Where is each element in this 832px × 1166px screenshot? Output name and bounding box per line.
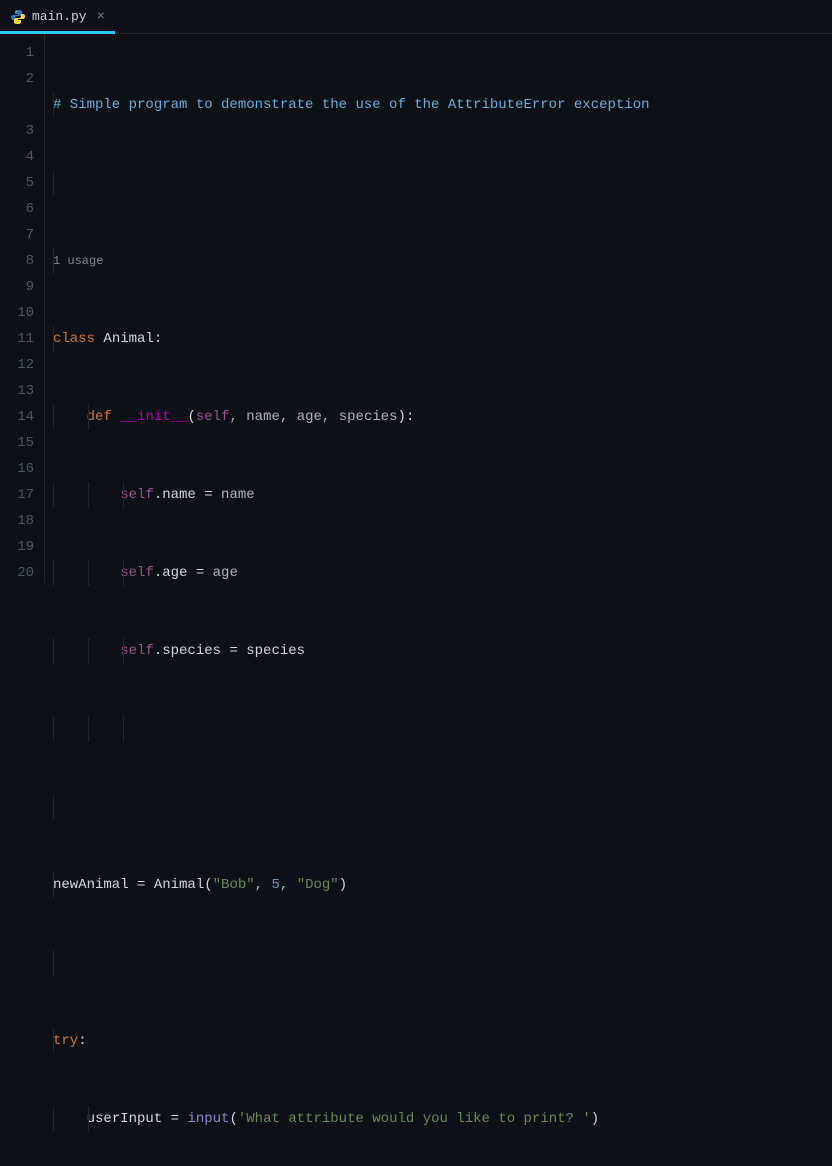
line-number: 16	[0, 456, 34, 482]
code-line[interactable]: self.name = name	[53, 482, 832, 508]
line-number: 7	[0, 222, 34, 248]
code-line[interactable]: try:	[53, 1028, 832, 1054]
line-number: 20	[0, 560, 34, 586]
line-number: 19	[0, 534, 34, 560]
editor: 1 2 3 4 5 6 7 8 9 10 11 12 13 14 15 16 1…	[0, 34, 832, 583]
line-number-gutter: 1 2 3 4 5 6 7 8 9 10 11 12 13 14 15 16 1…	[0, 34, 44, 583]
line-number: 15	[0, 430, 34, 456]
close-icon[interactable]: ×	[97, 9, 105, 25]
code-line[interactable]	[53, 794, 832, 820]
line-number: 2	[0, 66, 34, 92]
code-line[interactable]	[53, 170, 832, 196]
python-file-icon	[10, 9, 26, 25]
line-number: 10	[0, 300, 34, 326]
comment-text: # Simple program to demonstrate the use …	[53, 97, 650, 113]
line-number: 13	[0, 378, 34, 404]
code-line[interactable]: self.age = age	[53, 560, 832, 586]
code-area[interactable]: # Simple program to demonstrate the use …	[44, 34, 832, 583]
code-line[interactable]	[53, 716, 832, 742]
line-number: 11	[0, 326, 34, 352]
usages-hint[interactable]: 1 usage	[53, 254, 103, 268]
line-number: 6	[0, 196, 34, 222]
tab-main-py[interactable]: main.py ×	[0, 0, 115, 33]
code-line[interactable]: # Simple program to demonstrate the use …	[53, 92, 832, 118]
keyword-class: class	[53, 331, 95, 347]
line-number: 9	[0, 274, 34, 300]
code-line[interactable]: self.species = species	[53, 638, 832, 664]
inlay-hint-line[interactable]: 1 usage	[53, 248, 832, 274]
keyword-try: try	[53, 1033, 78, 1049]
line-number	[0, 92, 34, 118]
code-line[interactable]: newAnimal = Animal("Bob", 5, "Dog")	[53, 872, 832, 898]
line-number: 5	[0, 170, 34, 196]
line-number: 4	[0, 144, 34, 170]
code-line[interactable]: userInput = input('What attribute would …	[53, 1106, 832, 1132]
class-name: Animal	[103, 331, 153, 347]
code-line[interactable]: class Animal:	[53, 326, 832, 352]
line-number: 1	[0, 40, 34, 66]
keyword-def: def	[87, 409, 112, 425]
method-name: __init__	[120, 409, 187, 425]
line-number: 3	[0, 118, 34, 144]
line-number: 14	[0, 404, 34, 430]
tab-title: main.py	[32, 9, 87, 24]
line-number: 17	[0, 482, 34, 508]
tab-bar: main.py ×	[0, 0, 832, 34]
line-number: 8	[0, 248, 34, 274]
line-number: 12	[0, 352, 34, 378]
line-number: 18	[0, 508, 34, 534]
code-line[interactable]	[53, 950, 832, 976]
code-line[interactable]: def __init__(self, name, age, species):	[53, 404, 832, 430]
